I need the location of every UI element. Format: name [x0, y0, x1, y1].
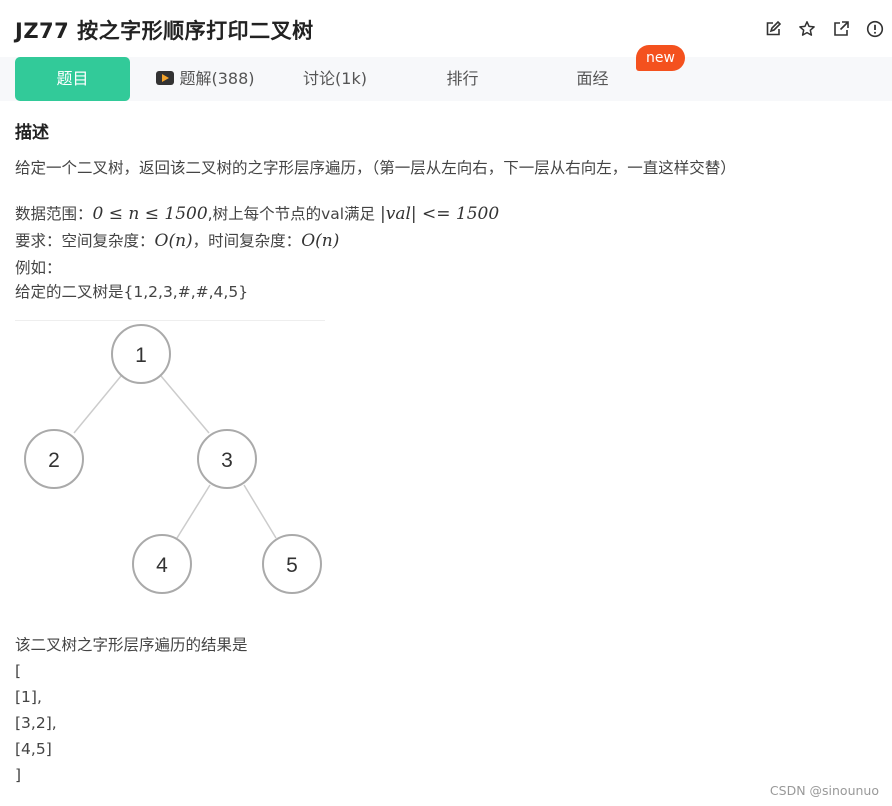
binary-tree-diagram: 1 2 3 4 5	[15, 320, 335, 605]
problem-title: JZ77 按之字形顺序打印二叉树	[15, 19, 314, 43]
time-complexity: O(n)	[301, 231, 340, 251]
tree-input-label: 给定的二叉树是{1,2,3,#,#,4,5}	[15, 283, 249, 301]
data-range: 数据范围：0 ≤ n ≤ 1500,树上每个节点的val满足 |val| <= …	[15, 202, 885, 229]
result-line: ]	[15, 766, 22, 784]
edit-button[interactable]	[756, 18, 790, 40]
tab-ranking-label: 排行	[446, 69, 479, 88]
video-icon	[156, 70, 175, 85]
node-label: 1	[135, 344, 147, 367]
node-label: 2	[48, 449, 60, 472]
space-complexity: O(n)	[154, 231, 193, 251]
result-line: [4,5]	[15, 740, 52, 758]
tab-problem[interactable]: 题目	[15, 57, 130, 101]
example-output: 该二叉树之字形层序遍历的结果是 [ [1], [3,2], [4,5] ]	[15, 632, 248, 788]
edge-3-4	[176, 484, 211, 539]
problem-tabs: 题目 题解(388) 讨论(1k) 排行 面经	[0, 57, 892, 101]
watermark: CSDN @sinounuo	[769, 783, 879, 798]
result-line: [	[15, 662, 22, 680]
problem-header: JZ77 按之字形顺序打印二叉树	[0, 0, 892, 58]
range-math-n: 0 ≤ n ≤ 1500	[92, 204, 208, 224]
tab-discussion-label: 讨论(1k)	[303, 69, 367, 88]
tree-node: 1	[111, 324, 171, 384]
tab-ranking[interactable]: 排行	[420, 57, 505, 101]
result-caption: 该二叉树之字形层序遍历的结果是	[15, 636, 248, 654]
diagram-top-border	[15, 320, 325, 321]
edge-3-5	[243, 484, 277, 539]
req-prefix: 要求：空间复杂度：	[15, 232, 155, 250]
tree-node: 2	[24, 429, 84, 489]
report-button[interactable]	[858, 18, 892, 40]
complexity-requirement: 要求：空间复杂度：O(n)，时间复杂度：O(n)	[15, 229, 885, 256]
description-heading: 描述	[15, 123, 49, 143]
range-math-val: |val| <= 1500	[380, 204, 500, 224]
result-line: [3,2],	[15, 714, 57, 732]
edge-1-3	[160, 375, 210, 434]
node-label: 3	[221, 449, 233, 472]
tree-node: 3	[197, 429, 257, 489]
range-prefix: 数据范围：	[15, 205, 93, 223]
binary-tree-svg: 1 2 3 4 5	[24, 324, 322, 594]
share-button[interactable]	[824, 18, 858, 40]
edit-icon	[766, 20, 782, 36]
tab-solutions[interactable]: 题解(388)	[148, 57, 263, 101]
report-icon	[866, 20, 884, 38]
tab-interview-label: 面经	[576, 69, 609, 88]
tab-interview[interactable]: 面经	[550, 57, 635, 101]
header-actions	[756, 18, 892, 42]
new-badge: new	[636, 45, 685, 71]
tab-problem-label: 题目	[56, 69, 89, 88]
example-label: 例如：	[15, 259, 62, 277]
favorite-button[interactable]	[790, 18, 824, 40]
tab-discussion[interactable]: 讨论(1k)	[285, 57, 385, 101]
star-icon	[799, 21, 815, 36]
share-icon	[834, 21, 849, 36]
node-label: 4	[156, 554, 168, 577]
description-intro: 给定一个二叉树，返回该二叉树的之字形层序遍历，（第一层从左向右，下一层从右向左，…	[15, 159, 736, 177]
node-label: 5	[286, 554, 298, 577]
tree-node: 5	[262, 534, 322, 594]
problem-description: 描述 给定一个二叉树，返回该二叉树的之字形层序遍历，（第一层从左向右，下一层从右…	[15, 118, 885, 308]
tree-node: 4	[132, 534, 192, 594]
tab-solutions-label: 题解(388)	[179, 69, 255, 88]
range-middle: ,树上每个节点的val满足	[207, 205, 380, 223]
edge-1-2	[73, 375, 122, 434]
req-middle: ，时间复杂度：	[192, 232, 302, 250]
result-line: [1],	[15, 688, 42, 706]
